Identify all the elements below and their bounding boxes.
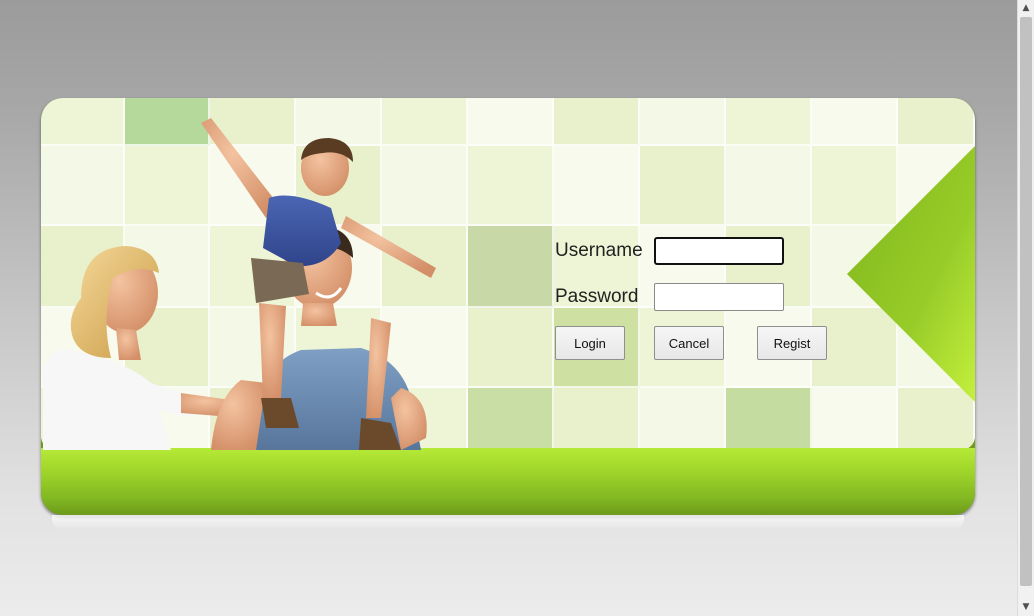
mosaic-tile [726, 98, 812, 146]
password-input[interactable] [654, 283, 784, 311]
mosaic-tile [726, 146, 812, 226]
scroll-thumb[interactable] [1020, 17, 1032, 586]
scroll-up-arrow-icon[interactable]: ▲ [1018, 0, 1034, 17]
mosaic-tile [554, 98, 640, 146]
regist-button[interactable]: Regist [757, 326, 827, 360]
username-label: Username [555, 240, 643, 261]
scroll-down-arrow-icon[interactable]: ▼ [1018, 599, 1034, 616]
green-triangle-decoration [847, 146, 975, 402]
scrollbar[interactable]: ▲ ▼ [1017, 0, 1034, 616]
login-panel: Username Password Login Cancel Regist [41, 98, 975, 515]
mosaic-tile [898, 98, 975, 146]
family-photo [43, 118, 436, 450]
cancel-button[interactable]: Cancel [654, 326, 724, 360]
username-input[interactable] [654, 237, 784, 265]
mosaic-tile [726, 388, 812, 450]
mosaic-tile [554, 388, 640, 450]
panel-reflection [52, 515, 964, 529]
mosaic-tile [640, 388, 726, 450]
login-button[interactable]: Login [555, 326, 625, 360]
mosaic-tile [812, 98, 898, 146]
password-label: Password [555, 286, 639, 307]
green-footer-bar [41, 448, 975, 515]
mosaic-tile [640, 98, 726, 146]
mosaic-tile [554, 146, 640, 226]
mosaic-tile [640, 146, 726, 226]
